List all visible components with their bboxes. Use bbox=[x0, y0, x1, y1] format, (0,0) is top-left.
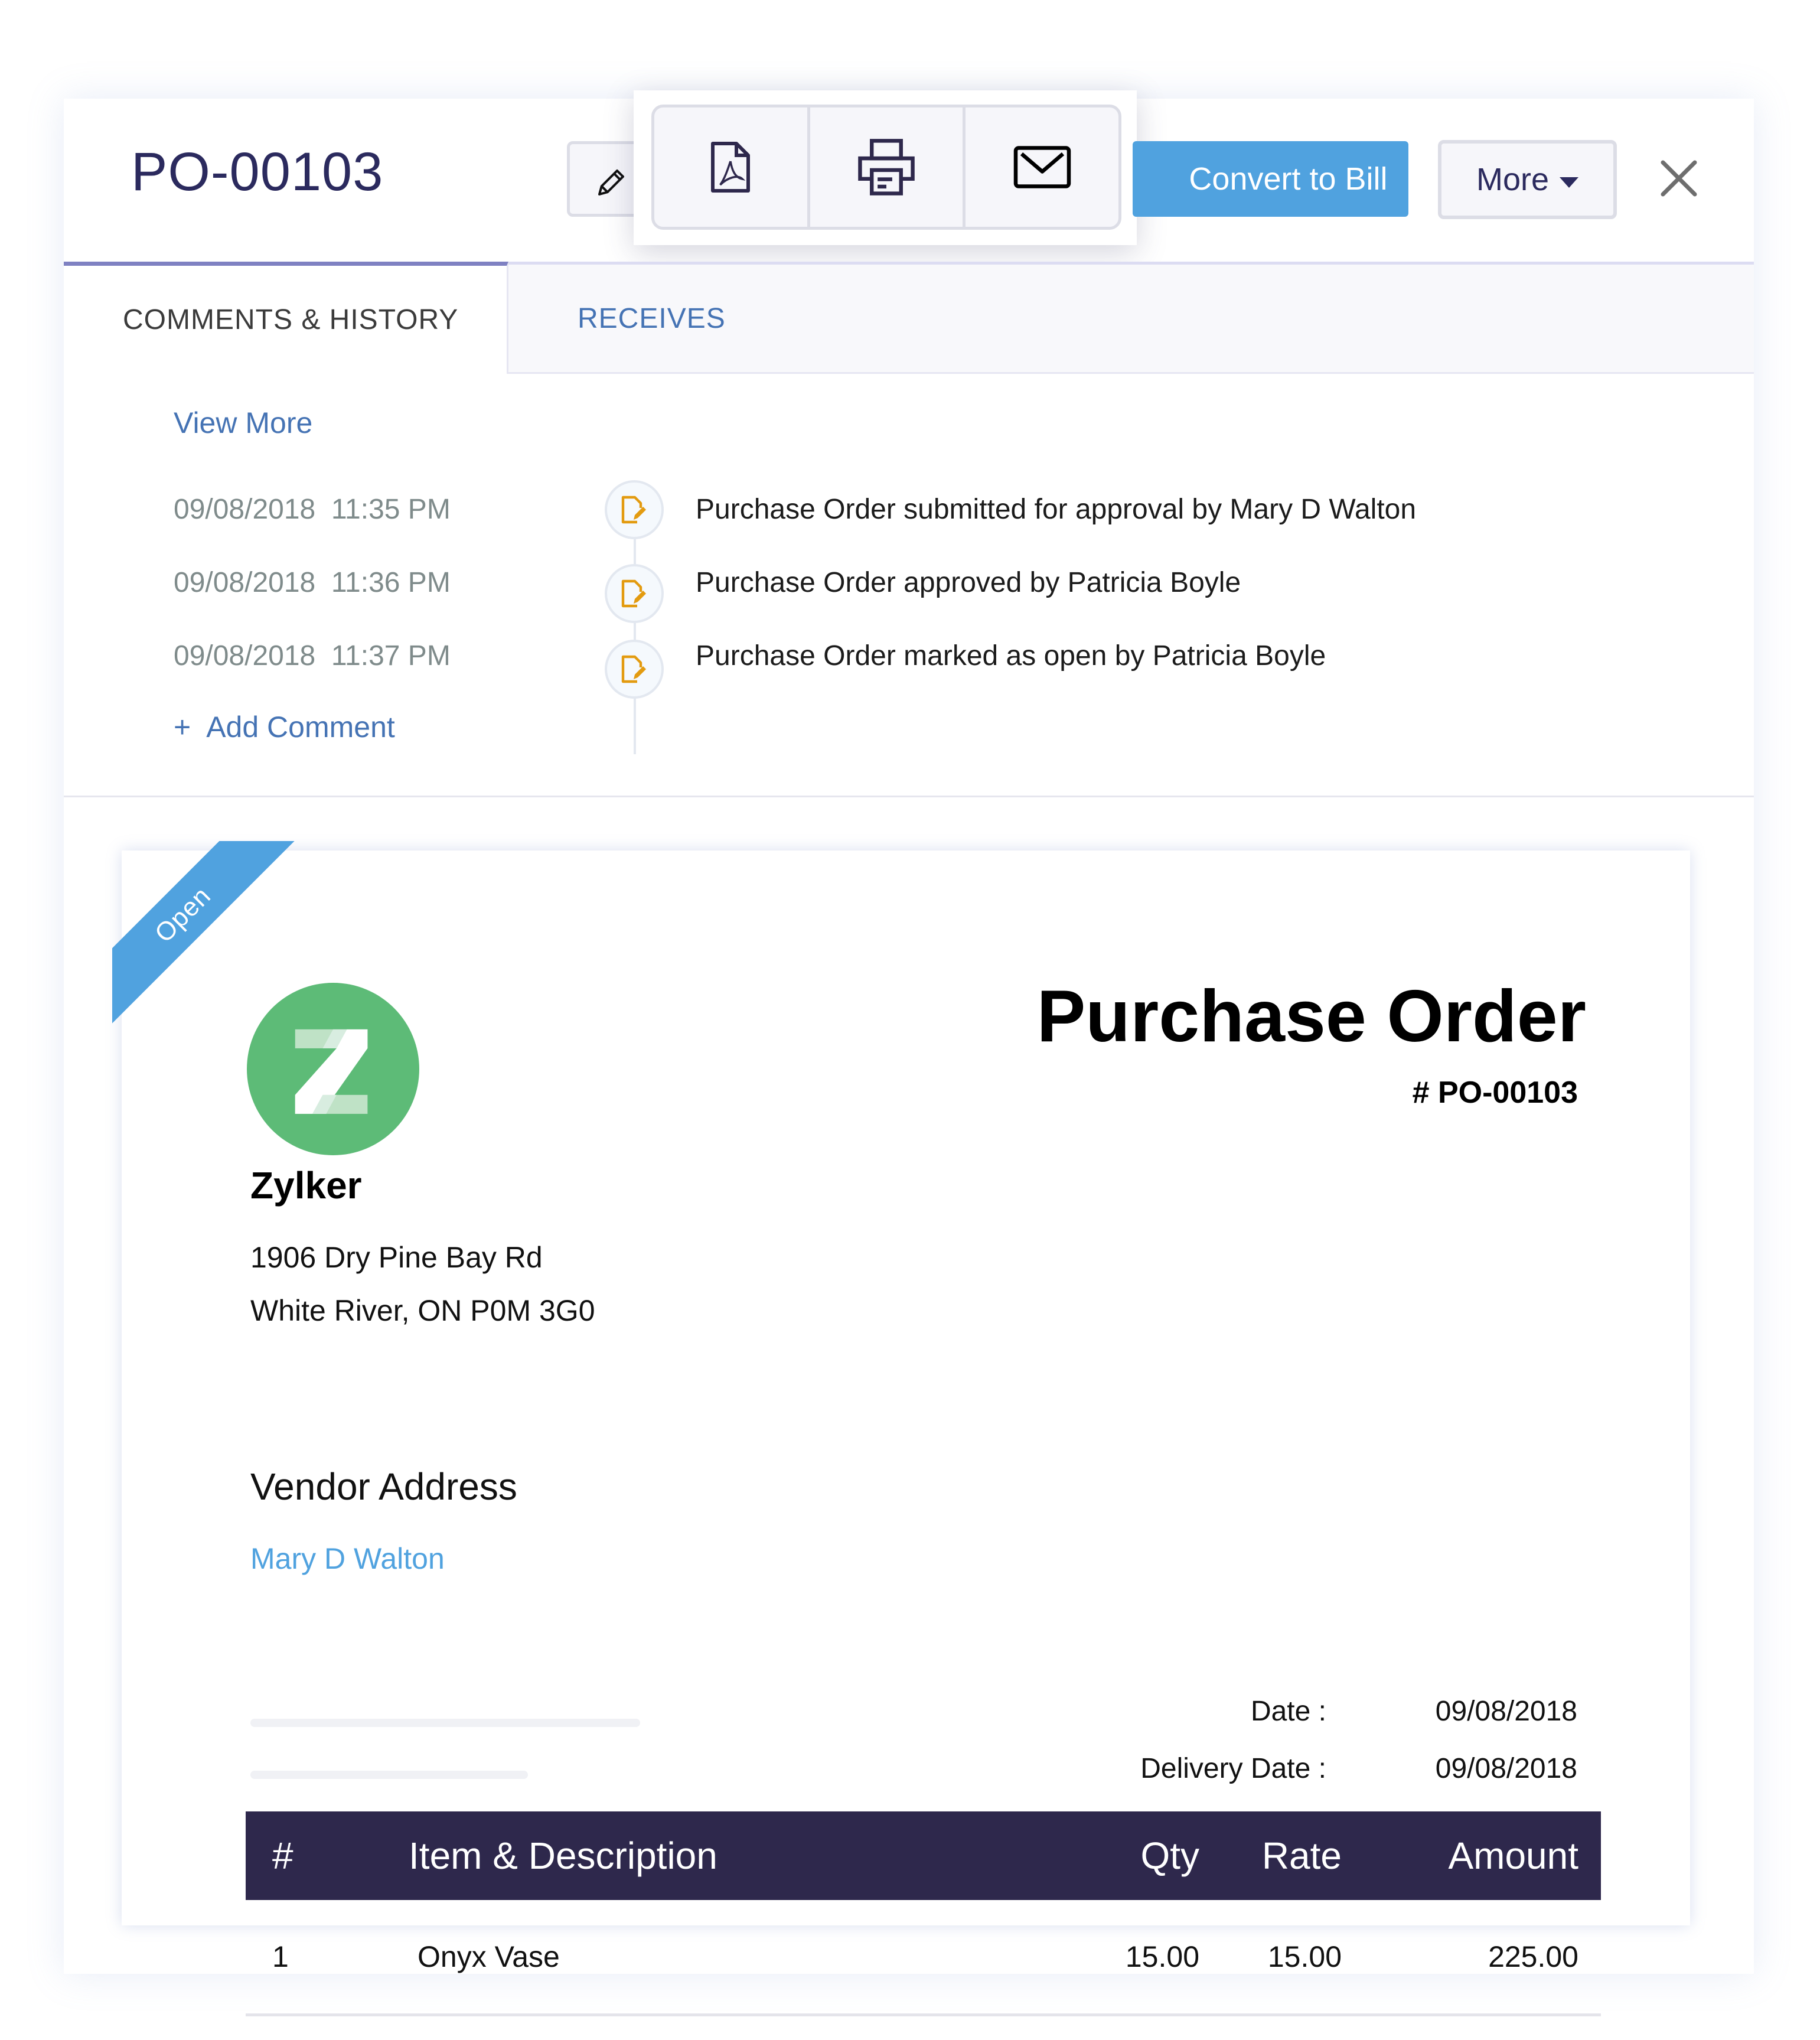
print-button[interactable] bbox=[810, 107, 966, 227]
more-label: More bbox=[1476, 162, 1550, 197]
line-items-table: # Item & Description Qty Rate Amount 1 O… bbox=[246, 1811, 1601, 2016]
document-number: # PO-00103 bbox=[1412, 1076, 1578, 1110]
column-header-amount: Amount bbox=[1448, 1834, 1578, 1877]
column-header-rate: Rate bbox=[1261, 1834, 1342, 1877]
pdf-icon bbox=[711, 142, 751, 193]
delivery-date-value: 09/08/2018 bbox=[1435, 1753, 1577, 1784]
close-button[interactable] bbox=[1658, 158, 1700, 199]
column-header-item: Item & Description bbox=[409, 1834, 717, 1877]
history-item: 09/08/2018 11:36 PM Purchase Order appro… bbox=[64, 564, 1754, 631]
table-header-row: # Item & Description Qty Rate Amount bbox=[246, 1811, 1601, 1900]
tab-comments-history[interactable]: COMMENTS & HISTORY bbox=[64, 262, 508, 374]
section-divider bbox=[64, 796, 1754, 797]
close-icon bbox=[1661, 160, 1697, 197]
add-comment-link[interactable]: + Add Comment bbox=[174, 710, 395, 744]
table-row: 1 Onyx Vase 15.00 15.00 225.00 bbox=[246, 1900, 1601, 2015]
date-label: Date : bbox=[1250, 1696, 1326, 1727]
company-address-line1: 1906 Dry Pine Bay Rd bbox=[250, 1241, 543, 1274]
document-edit-icon bbox=[621, 496, 646, 524]
pdf-button[interactable] bbox=[654, 107, 810, 227]
tab-receives[interactable]: RECEIVES bbox=[578, 265, 726, 372]
history-icon-badge bbox=[605, 564, 664, 623]
history-icon-badge bbox=[605, 640, 664, 699]
row-qty: 15.00 bbox=[1125, 1940, 1199, 1973]
page-title: PO-00103 bbox=[131, 142, 384, 202]
convert-to-bill-button[interactable]: Convert to Bill bbox=[1133, 141, 1408, 217]
row-rate: 15.00 bbox=[1267, 1940, 1342, 1973]
document-edit-icon bbox=[621, 579, 646, 608]
history-timestamp: 09/08/2018 11:37 PM bbox=[174, 640, 451, 672]
company-name: Zylker bbox=[250, 1164, 362, 1207]
history-text: Purchase Order approved by Patricia Boyl… bbox=[696, 567, 1241, 598]
column-header-qty: Qty bbox=[1140, 1834, 1199, 1877]
history-text: Purchase Order submitted for approval by… bbox=[696, 494, 1417, 525]
mail-icon bbox=[1013, 146, 1071, 188]
history-timestamp: 09/08/2018 11:35 PM bbox=[174, 494, 451, 525]
column-header-number: # bbox=[272, 1834, 293, 1877]
share-button-group bbox=[651, 105, 1121, 230]
vendor-address-heading: Vendor Address bbox=[250, 1465, 517, 1508]
address-placeholder-line bbox=[250, 1771, 528, 1779]
purchase-order-document: Open Zylker 1906 Dry Pine Bay Rd White R… bbox=[112, 841, 1690, 2015]
row-number: 1 bbox=[272, 1940, 289, 1973]
company-address-line2: White River, ON P0M 3G0 bbox=[250, 1294, 595, 1327]
document-title: Purchase Order bbox=[1036, 976, 1586, 1057]
email-button[interactable] bbox=[966, 107, 1118, 227]
pencil-icon bbox=[598, 170, 624, 195]
history-timestamp: 09/08/2018 11:36 PM bbox=[174, 567, 451, 598]
history-text: Purchase Order marked as open by Patrici… bbox=[696, 640, 1326, 672]
row-amount: 225.00 bbox=[1488, 1940, 1578, 1973]
company-logo bbox=[247, 983, 419, 1155]
document-edit-icon bbox=[621, 655, 646, 683]
history-item: 09/08/2018 11:37 PM Purchase Order marke… bbox=[64, 640, 1754, 705]
share-popover bbox=[634, 90, 1137, 245]
vendor-name-link[interactable]: Mary D Walton bbox=[250, 1542, 445, 1576]
history-icon-badge bbox=[605, 480, 664, 539]
row-item: Onyx Vase bbox=[418, 1940, 560, 1973]
tab-bar: COMMENTS & HISTORY RECEIVES bbox=[64, 262, 1754, 374]
address-placeholder-line bbox=[250, 1719, 640, 1727]
purchase-order-panel: PO-00103 Convert to Bill More COMMENTS &… bbox=[64, 90, 1754, 2015]
more-dropdown-button[interactable]: More bbox=[1438, 140, 1617, 219]
view-more-link[interactable]: View More bbox=[174, 406, 312, 440]
plus-icon: + bbox=[174, 711, 191, 744]
date-value: 09/08/2018 bbox=[1435, 1696, 1577, 1727]
print-icon bbox=[858, 139, 915, 195]
history-item: 09/08/2018 11:35 PM Purchase Order submi… bbox=[64, 480, 1754, 558]
delivery-date-label: Delivery Date : bbox=[1140, 1753, 1326, 1784]
add-comment-label: Add Comment bbox=[206, 711, 395, 744]
caret-down-icon bbox=[1560, 177, 1579, 188]
